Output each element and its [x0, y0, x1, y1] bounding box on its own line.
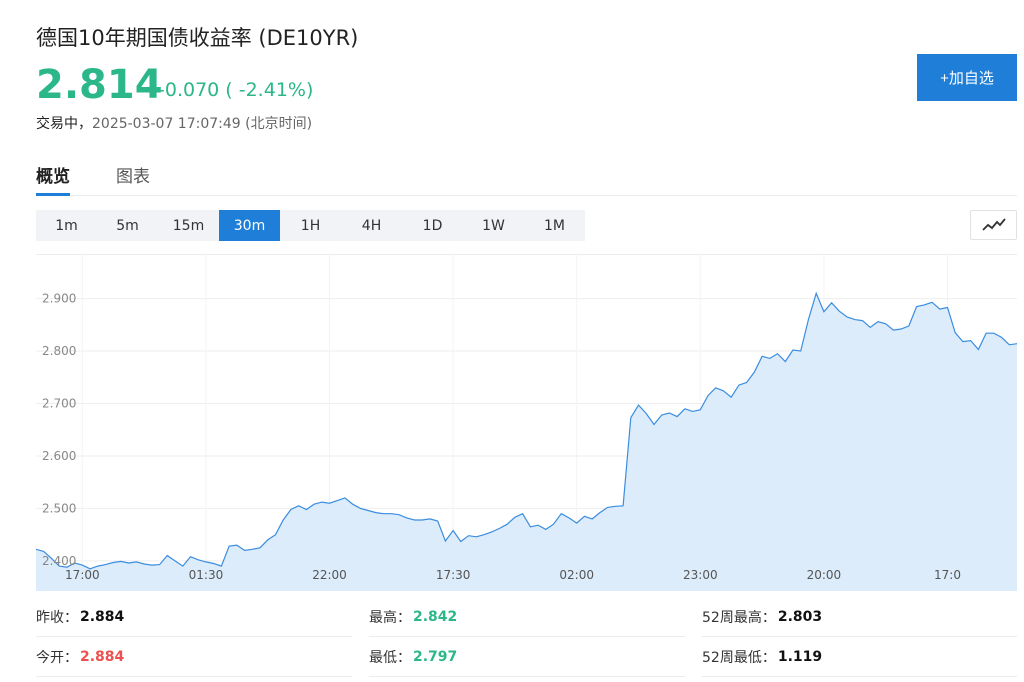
y-tick-label: 2.800: [42, 344, 76, 358]
tab-bar: 概览 图表: [36, 158, 1017, 196]
interval-5m[interactable]: 5m: [97, 210, 158, 241]
stat-label: 52周最高：: [702, 609, 776, 626]
trading-status: 交易中，2025-03-07 17:07:49 (北京时间): [36, 113, 312, 133]
stats-row: 昨收： 2.884 最高： 2.842 52周最高： 2.803: [36, 597, 1017, 637]
stats-row: 今开： 2.884 最低： 2.797 52周最低： 1.119: [36, 637, 1017, 677]
stat-low: 最低： 2.797: [369, 637, 685, 677]
trading-timestamp: 2025-03-07 17:07:49 (北京时间): [92, 116, 313, 132]
stat-label: 昨收：: [36, 609, 78, 626]
interval-15m[interactable]: 15m: [158, 210, 219, 241]
chart-type-button[interactable]: [970, 210, 1017, 240]
interval-1d[interactable]: 1D: [402, 210, 463, 241]
interval-1m[interactable]: 1m: [36, 210, 97, 241]
stat-label: 52周最低：: [702, 649, 776, 666]
interval-1w[interactable]: 1W: [463, 210, 524, 241]
page-title: 德国10年期国债收益率 (DE10YR): [36, 26, 359, 50]
interval-1month[interactable]: 1M: [524, 210, 585, 241]
x-tick-label: 17:0: [934, 568, 961, 582]
current-price: 2.814: [36, 62, 163, 108]
stat-prev-close: 昨收： 2.884: [36, 597, 352, 637]
line-chart-icon: [981, 218, 1006, 231]
tab-overview[interactable]: 概览: [36, 162, 70, 196]
stat-value: 2.884: [80, 648, 125, 665]
x-tick-label: 01:30: [189, 568, 224, 582]
x-tick-label: 17:30: [436, 568, 471, 582]
stat-label: 今开：: [36, 649, 78, 666]
stat-open: 今开： 2.884: [36, 637, 352, 677]
stat-label: 最高：: [369, 609, 411, 626]
stat-label: 最低：: [369, 649, 411, 666]
stat-52w-high: 52周最高： 2.803: [702, 597, 1017, 637]
yield-chart[interactable]: 2.900 2.800 2.700 2.600 2.500 2.400 17:00 01:3…: [36, 254, 1017, 591]
stat-value: 2.884: [80, 608, 125, 625]
stat-value: 2.797: [413, 648, 458, 665]
stat-value: 2.842: [413, 608, 458, 625]
stat-52w-low: 52周最低： 1.119: [702, 637, 1017, 677]
price-area: [36, 293, 1017, 591]
price-change: -0.070 ( -2.41%): [158, 79, 314, 101]
x-tick-label: 23:00: [683, 568, 718, 582]
interval-1h[interactable]: 1H: [280, 210, 341, 241]
x-tick-label: 20:00: [807, 568, 842, 582]
stat-value: 2.803: [777, 608, 823, 625]
y-tick-label: 2.900: [42, 292, 76, 306]
y-tick-label: 2.400: [42, 554, 76, 568]
interval-4h[interactable]: 4H: [341, 210, 402, 241]
x-tick-label: 02:00: [559, 568, 594, 582]
y-tick-label: 2.600: [42, 449, 76, 463]
y-tick-label: 2.700: [42, 397, 76, 411]
tab-chart[interactable]: 图表: [116, 162, 150, 196]
add-watchlist-button[interactable]: +加自选: [917, 54, 1017, 101]
y-axis: 2.900 2.800 2.700 2.600 2.500 2.400: [42, 292, 76, 568]
y-tick-label: 2.500: [42, 501, 76, 515]
x-tick-label: 22:00: [312, 568, 347, 582]
yield-chart-svg: 2.900 2.800 2.700 2.600 2.500 2.400 17:00 01:3…: [36, 254, 1017, 591]
trading-state: 交易中，: [36, 116, 92, 132]
stats-panel: 昨收： 2.884 最高： 2.842 52周最高： 2.803 今开： 2.884 最…: [36, 597, 1017, 677]
interval-30m[interactable]: 30m: [219, 210, 280, 241]
stat-value: 1.119: [777, 648, 823, 665]
interval-selector: 1m 5m 15m 30m 1H 4H 1D 1W 1M: [36, 210, 585, 241]
x-tick-label: 17:00: [65, 568, 100, 582]
stat-high: 最高： 2.842: [369, 597, 685, 637]
